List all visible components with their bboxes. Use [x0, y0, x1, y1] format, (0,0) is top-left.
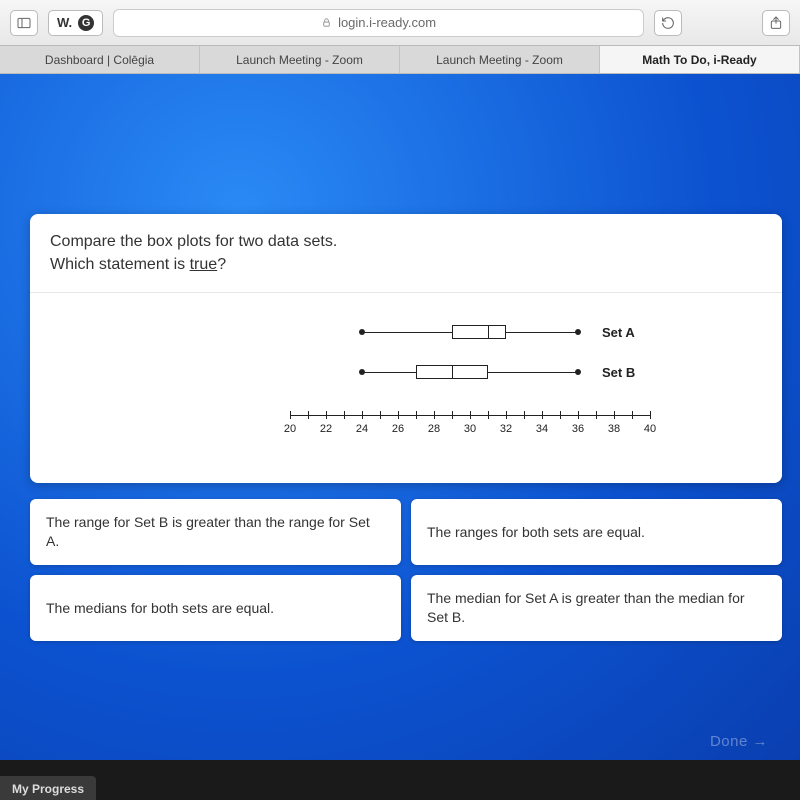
share-icon [768, 15, 784, 31]
boxplot-set-a [50, 325, 762, 339]
tick-label: 20 [284, 423, 296, 435]
site-pill[interactable]: W. G [48, 10, 103, 36]
answer-option-0[interactable]: The range for Set B is greater than the … [30, 499, 401, 565]
tab-1[interactable]: Launch Meeting - Zoom [200, 46, 400, 73]
share-button[interactable] [762, 10, 790, 36]
question-line-1: Compare the box plots for two data sets. [50, 230, 762, 253]
question-card: Compare the box plots for two data sets.… [30, 214, 782, 483]
boxplot-label: Set A [602, 325, 635, 340]
reload-icon [660, 15, 676, 31]
tick-label: 34 [536, 423, 548, 435]
answer-option-3[interactable]: The median for Set A is greater than the… [411, 575, 782, 641]
tab-0[interactable]: Dashboard | Colēgia [0, 46, 200, 73]
app-viewport: Compare the box plots for two data sets.… [0, 74, 800, 760]
page-footer: My Progress [0, 760, 800, 800]
tab-2[interactable]: Launch Meeting - Zoom [400, 46, 600, 73]
my-progress-button[interactable]: My Progress [0, 776, 96, 800]
sidebar-toggle-button[interactable] [10, 10, 38, 36]
panel-icon [16, 15, 32, 31]
grammarly-icon: G [78, 15, 94, 31]
tick-label: 32 [500, 423, 512, 435]
reload-button[interactable] [654, 10, 682, 36]
tick-label: 36 [572, 423, 584, 435]
tick-label: 40 [644, 423, 656, 435]
url-text: login.i-ready.com [338, 15, 436, 30]
answer-grid: The range for Set B is greater than the … [30, 499, 782, 641]
tick-label: 38 [608, 423, 620, 435]
tick-label: 24 [356, 423, 368, 435]
boxplot-area: Set ASet B2022242628303234363840 [30, 293, 782, 483]
answer-option-2[interactable]: The medians for both sets are equal. [30, 575, 401, 641]
answer-option-1[interactable]: The ranges for both sets are equal. [411, 499, 782, 565]
question-line-2: Which statement is true? [50, 253, 762, 276]
x-axis: 2022242628303234363840 [290, 415, 650, 416]
site-pill-label: W. [57, 15, 72, 30]
browser-toolbar: W. G login.i-ready.com [0, 0, 800, 46]
boxplot-set-b [50, 365, 762, 379]
tab-strip: Dashboard | Colēgia Launch Meeting - Zoo… [0, 46, 800, 74]
tick-label: 28 [428, 423, 440, 435]
question-prompt: Compare the box plots for two data sets.… [30, 214, 782, 293]
boxplot-label: Set B [602, 365, 635, 380]
tick-label: 30 [464, 423, 476, 435]
tick-label: 26 [392, 423, 404, 435]
tick-label: 22 [320, 423, 332, 435]
lock-icon [321, 17, 332, 28]
done-button[interactable]: Done → [710, 733, 768, 750]
address-bar[interactable]: login.i-ready.com [113, 9, 644, 37]
tab-3[interactable]: Math To Do, i-Ready [600, 46, 800, 73]
